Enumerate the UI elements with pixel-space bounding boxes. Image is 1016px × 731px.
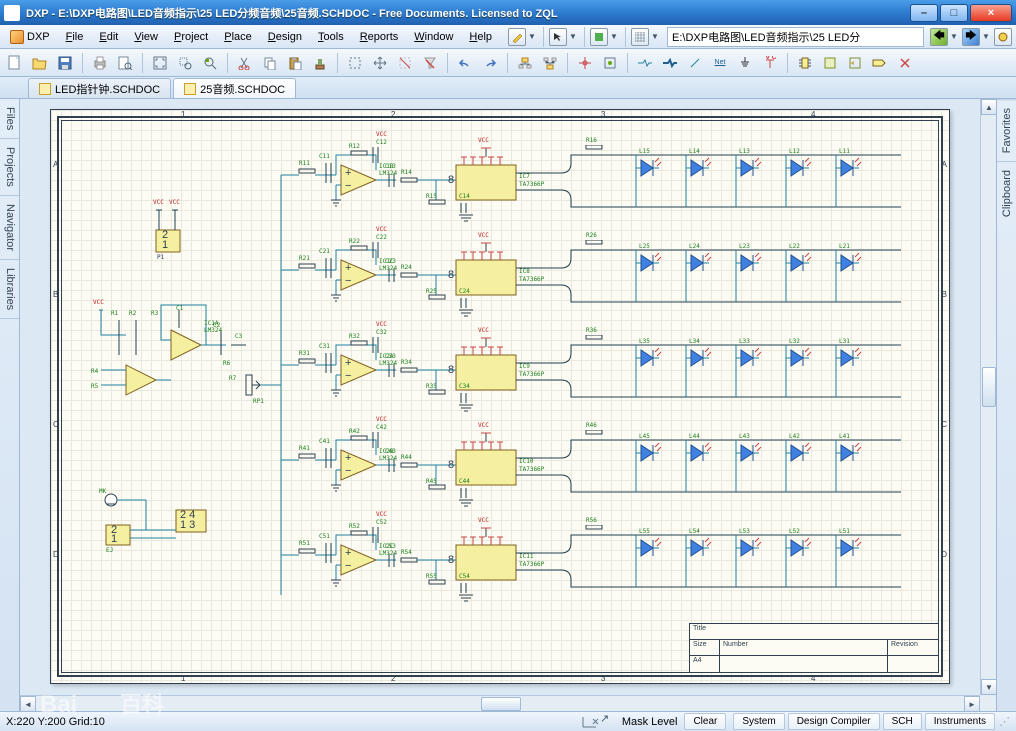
zoom-fit-button[interactable]	[149, 52, 171, 74]
panel-tab-navigator[interactable]: Navigator	[0, 196, 19, 260]
select-rect-button[interactable]	[344, 52, 366, 74]
print-preview-button[interactable]	[114, 52, 136, 74]
vertical-scrollbar[interactable]: ▲▼	[980, 99, 996, 695]
horizontal-scrollbar[interactable]: ◄►	[20, 695, 980, 711]
status-panel-instruments[interactable]: Instruments	[925, 713, 995, 730]
titlebar: DXP - E:\DXP电路图\LED音频指示\25 LED分频音频\25音频.…	[0, 0, 1016, 25]
menu-project[interactable]: Project	[166, 28, 216, 46]
status-coordinates: X:220 Y:200 Grid:10	[6, 716, 105, 728]
dropdown-icon[interactable]: ▼	[569, 32, 579, 41]
doc-tab-2-active[interactable]: 25音频.SCHDOC	[173, 78, 296, 98]
move-button[interactable]	[369, 52, 391, 74]
window-title: DXP - E:\DXP电路图\LED音频指示\25 LED分频音频\25音频.…	[26, 5, 910, 21]
menu-window[interactable]: Window	[406, 28, 461, 46]
dropdown-icon[interactable]: ▼	[610, 32, 620, 41]
zoom-area-button[interactable]	[174, 52, 196, 74]
doc-tab-1[interactable]: LED指针钟.SCHDOC	[28, 78, 171, 98]
color-pencil-button[interactable]	[508, 28, 526, 46]
panel-tab-projects[interactable]: Projects	[0, 139, 19, 196]
copy-button[interactable]	[259, 52, 281, 74]
titleblock: Title SizeNumberRevision A4	[689, 623, 939, 673]
menu-design[interactable]: Design	[260, 28, 310, 46]
nav-back-button[interactable]: 🡄	[930, 28, 948, 46]
cross-probe-button[interactable]	[574, 52, 596, 74]
panel-tab-libraries[interactable]: Libraries	[0, 260, 19, 319]
place-power-vcc-button[interactable]: Vcc	[759, 52, 781, 74]
minimize-button[interactable]: –	[910, 4, 938, 22]
schdoc-icon	[39, 83, 51, 95]
dxp-app-icon	[4, 5, 20, 21]
menubar: DXP FileEditViewProjectPlaceDesignToolsR…	[0, 25, 1016, 49]
panel-tab-files[interactable]: Files	[0, 99, 19, 139]
document-path-field[interactable]: E:\DXP电路图\LED音频指示\25 LED分	[667, 27, 924, 47]
browse-button[interactable]	[599, 52, 621, 74]
left-dock-panels: FilesProjectsNavigatorLibraries	[0, 99, 20, 711]
place-netlabel-button[interactable]: Net	[709, 52, 731, 74]
nav-home-button[interactable]	[994, 28, 1012, 46]
panel-tab-clipboard[interactable]: Clipboard	[997, 161, 1016, 225]
place-part-button[interactable]	[794, 52, 816, 74]
right-dock-panels: FavoritesClipboard	[996, 99, 1016, 711]
place-noerc-button[interactable]	[894, 52, 916, 74]
place-power-gnd-button[interactable]	[734, 52, 756, 74]
dxp-home-menu[interactable]: DXP	[4, 28, 56, 46]
menu-tools[interactable]: Tools	[310, 28, 352, 46]
nav-fwd-button[interactable]: 🡆	[962, 28, 980, 46]
schematic-editor[interactable]: AABBCCDD11223344 21 21 2 41 3	[20, 99, 996, 711]
panel-tab-favorites[interactable]: Favorites	[997, 99, 1016, 161]
save-button[interactable]	[54, 52, 76, 74]
menu-edit[interactable]: Edit	[91, 28, 126, 46]
clear-button[interactable]: Clear	[684, 713, 726, 730]
deselect-button[interactable]	[394, 52, 416, 74]
menu-place[interactable]: Place	[216, 28, 260, 46]
redo-button[interactable]	[479, 52, 501, 74]
document-tabbar: LED指针钟.SCHDOC 25音频.SCHDOC	[0, 77, 1016, 99]
schematic-sheet[interactable]: AABBCCDD11223344 21 21 2 41 3	[50, 109, 950, 684]
maximize-button[interactable]: □	[940, 4, 968, 22]
paste-button[interactable]	[284, 52, 306, 74]
hierarchy-up-button[interactable]	[514, 52, 536, 74]
menu-view[interactable]: View	[126, 28, 166, 46]
xy-axis-icon: ↗	[578, 715, 618, 729]
dxp-home-label: DXP	[27, 31, 50, 43]
dropdown-icon[interactable]: ▼	[528, 32, 538, 41]
undo-button[interactable]	[454, 52, 476, 74]
resize-grip-icon[interactable]: ⋰	[999, 715, 1010, 728]
dxp-logo-icon	[10, 30, 24, 44]
mask-level-label: Mask Level	[622, 716, 678, 728]
hierarchy-down-button[interactable]	[539, 52, 561, 74]
statusbar: X:220 Y:200 Grid:10 ↗ Mask Level Clear S…	[0, 711, 1016, 731]
place-wire-button[interactable]	[634, 52, 656, 74]
place-sheet-entry-button[interactable]	[844, 52, 866, 74]
schdoc-icon	[184, 83, 196, 95]
status-panel-sch[interactable]: SCH	[883, 713, 922, 730]
place-bus-entry-button[interactable]	[684, 52, 706, 74]
place-bus-button[interactable]	[659, 52, 681, 74]
svg-text:↗: ↗	[600, 715, 609, 725]
zoom-selected-button[interactable]	[199, 52, 221, 74]
grid-button[interactable]	[631, 28, 649, 46]
status-panel-system[interactable]: System	[733, 713, 784, 730]
open-button[interactable]	[29, 52, 51, 74]
close-button[interactable]: ×	[970, 4, 1012, 22]
print-button[interactable]	[89, 52, 111, 74]
select-arrow-button[interactable]	[549, 28, 567, 46]
toolbar: Net Vcc	[0, 49, 1016, 77]
place-sheet-button[interactable]	[819, 52, 841, 74]
status-panel-design-compiler[interactable]: Design Compiler	[788, 713, 880, 730]
green-button[interactable]	[590, 28, 608, 46]
menu-help[interactable]: Help	[461, 28, 500, 46]
rubber-stamp-button[interactable]	[309, 52, 331, 74]
svg-text:Vcc: Vcc	[764, 56, 776, 62]
menu-reports[interactable]: Reports	[352, 28, 407, 46]
dropdown-icon[interactable]: ▼	[651, 32, 661, 41]
place-port-button[interactable]	[869, 52, 891, 74]
new-file-button[interactable]	[4, 52, 26, 74]
cut-button[interactable]	[234, 52, 256, 74]
menu-file[interactable]: File	[58, 28, 92, 46]
clear-filter-button[interactable]	[419, 52, 441, 74]
